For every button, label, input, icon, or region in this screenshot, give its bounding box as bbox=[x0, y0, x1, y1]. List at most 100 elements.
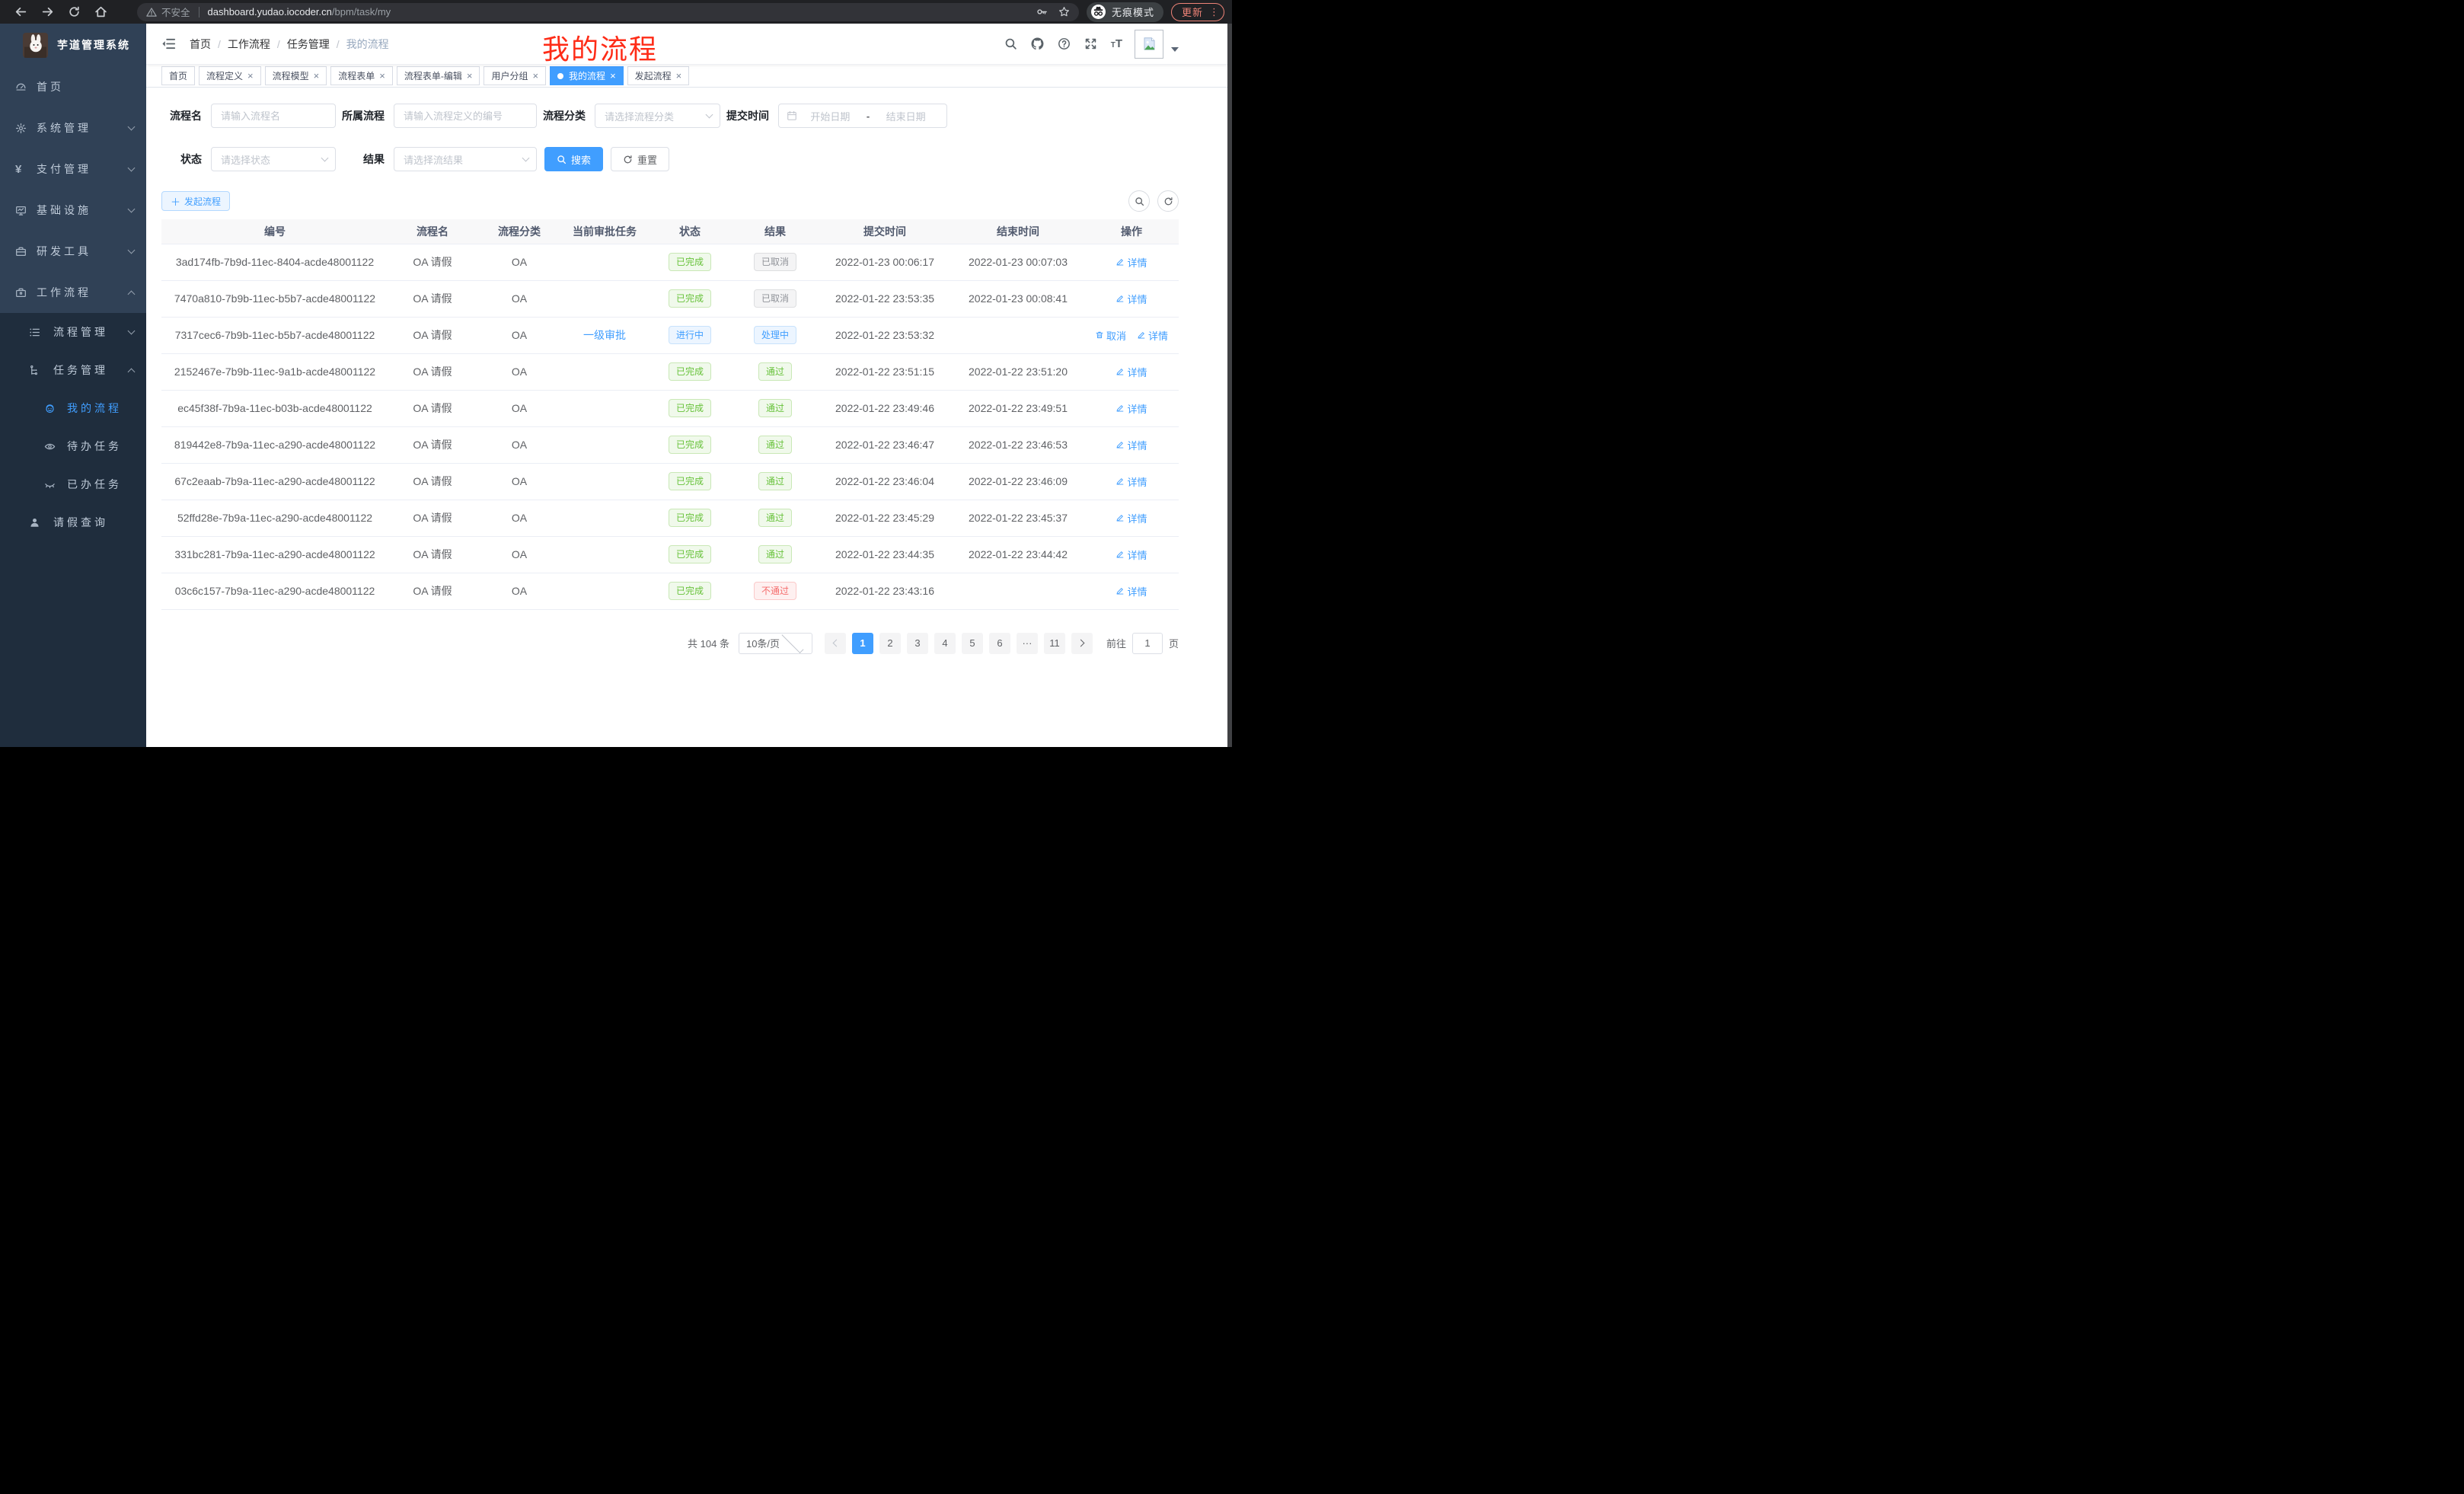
tab-item[interactable]: 流程定义× bbox=[199, 66, 261, 85]
plus-icon: ＋ bbox=[171, 194, 180, 209]
chrome-update-button[interactable]: 更新 ⋮ bbox=[1171, 3, 1224, 21]
refresh-button[interactable] bbox=[1157, 190, 1179, 212]
url-bar[interactable]: 不安全 dashboard.yudao.iocoder.cn/bpm/task/… bbox=[137, 3, 1079, 21]
sidebar-item-monitor[interactable]: 基础设施 bbox=[0, 190, 146, 231]
sidebar-item-yen[interactable]: ¥支付管理 bbox=[0, 148, 146, 190]
tab-item[interactable]: 用户分组× bbox=[484, 66, 546, 85]
close-icon[interactable]: × bbox=[467, 71, 473, 81]
actions-cell: 详情 bbox=[1084, 463, 1179, 500]
scrollbar[interactable] bbox=[1227, 24, 1232, 747]
breadcrumb-item[interactable]: 工作流程 bbox=[228, 37, 270, 52]
tab-item[interactable]: 首页 bbox=[161, 66, 195, 85]
table-cell: 2022-01-23 00:06:17 bbox=[818, 244, 952, 280]
sidebar-item-dashboard[interactable]: 首页 bbox=[0, 66, 146, 107]
close-icon[interactable]: × bbox=[247, 71, 254, 81]
table-cell: 已完成 bbox=[647, 463, 732, 500]
tab-active[interactable]: 我的流程× bbox=[550, 66, 624, 85]
next-page-button[interactable] bbox=[1071, 633, 1093, 654]
detail-link[interactable]: 详情 bbox=[1116, 292, 1147, 306]
cancel-link[interactable]: 取消 bbox=[1095, 328, 1126, 343]
sidebar-item-gear[interactable]: 系统管理 bbox=[0, 107, 146, 148]
font-size-icon[interactable]: TT bbox=[1111, 38, 1122, 49]
chevron-down-icon bbox=[128, 327, 136, 334]
tab-item[interactable]: 发起流程× bbox=[627, 66, 690, 85]
close-icon[interactable]: × bbox=[379, 71, 385, 81]
reset-button[interactable]: 重置 bbox=[611, 147, 669, 171]
eye-open-icon bbox=[44, 441, 56, 452]
table-cell: 不通过 bbox=[732, 573, 818, 609]
forward-icon[interactable] bbox=[41, 5, 54, 18]
process-name-input[interactable] bbox=[211, 104, 336, 128]
avatar[interactable] bbox=[1135, 30, 1163, 59]
chevron-down-icon bbox=[321, 155, 329, 162]
task-link[interactable]: 一级审批 bbox=[583, 329, 626, 341]
detail-link[interactable]: 详情 bbox=[1137, 328, 1168, 343]
detail-link[interactable]: 详情 bbox=[1116, 438, 1147, 452]
page-size-select[interactable]: 10条/页 bbox=[739, 633, 812, 654]
sidebar-item-eye-open[interactable]: 待办任务 bbox=[0, 427, 146, 465]
avatar-caret-icon[interactable] bbox=[1171, 47, 1179, 52]
action-label: 详情 bbox=[1148, 328, 1168, 343]
table-body: 3ad174fb-7b9d-11ec-8404-acde48001122OA 请… bbox=[161, 244, 1179, 609]
page-button[interactable]: 11 bbox=[1044, 633, 1065, 654]
page-button[interactable]: 4 bbox=[934, 633, 956, 654]
kebab-menu-icon[interactable]: ⋮ bbox=[1209, 6, 1219, 18]
detail-link[interactable]: 详情 bbox=[1116, 474, 1147, 489]
sidebar-item-briefcase[interactable]: 工作流程 bbox=[0, 272, 146, 313]
tab-item[interactable]: 流程模型× bbox=[265, 66, 327, 85]
sidebar-item-flow[interactable]: 任务管理 bbox=[0, 351, 146, 389]
breadcrumb-item[interactable]: 任务管理 bbox=[287, 37, 330, 52]
show-search-button[interactable] bbox=[1128, 190, 1150, 212]
breadcrumb-item[interactable]: 首页 bbox=[190, 37, 211, 52]
bookmark-star-icon[interactable] bbox=[1058, 6, 1070, 18]
sidebar-logo[interactable]: 芋道管理系统 bbox=[0, 24, 146, 66]
url-text[interactable]: dashboard.yudao.iocoder.cn/bpm/task/my bbox=[208, 6, 1026, 18]
sidebar-item-robot[interactable]: 我的流程 bbox=[0, 389, 146, 427]
close-icon[interactable]: × bbox=[610, 71, 616, 81]
submit-time-range-picker[interactable]: 开始日期 - 结束日期 bbox=[778, 104, 947, 128]
search-icon[interactable] bbox=[1004, 37, 1017, 50]
sidebar-item-user[interactable]: 请假查询 bbox=[0, 503, 146, 541]
tab-item[interactable]: 流程表单-编辑× bbox=[397, 66, 480, 85]
help-icon[interactable] bbox=[1058, 37, 1071, 50]
table-cell: 67c2eaab-7b9a-11ec-a290-acde48001122 bbox=[161, 463, 388, 500]
sidebar-item-label: 基础设施 bbox=[37, 203, 91, 218]
page-button[interactable]: 3 bbox=[907, 633, 928, 654]
security-badge[interactable]: 不安全 bbox=[161, 5, 190, 19]
action-label: 取消 bbox=[1106, 328, 1126, 343]
page-button[interactable]: 6 bbox=[989, 633, 1010, 654]
close-icon[interactable]: × bbox=[532, 71, 538, 81]
status-badge: 已完成 bbox=[669, 253, 711, 271]
sidebar-item-toolbox[interactable]: 研发工具 bbox=[0, 231, 146, 272]
page-button[interactable]: 5 bbox=[962, 633, 983, 654]
tab-item[interactable]: 流程表单× bbox=[330, 66, 393, 85]
sidebar-item-list[interactable]: 流程管理 bbox=[0, 313, 146, 351]
back-icon[interactable] bbox=[14, 5, 27, 18]
submit-time-label: 提交时间 bbox=[720, 108, 778, 123]
goto-page-input[interactable] bbox=[1132, 633, 1163, 654]
detail-link[interactable]: 详情 bbox=[1116, 511, 1147, 525]
detail-link[interactable]: 详情 bbox=[1116, 584, 1147, 599]
start-process-button[interactable]: ＋ 发起流程 bbox=[161, 191, 230, 211]
sidebar-item-eye-closed[interactable]: 已办任务 bbox=[0, 465, 146, 503]
status-select[interactable]: 请选择状态 bbox=[211, 147, 336, 171]
prev-page-button[interactable] bbox=[825, 633, 846, 654]
reload-icon[interactable] bbox=[68, 5, 81, 18]
detail-link[interactable]: 详情 bbox=[1116, 401, 1147, 416]
search-button[interactable]: 搜索 bbox=[544, 147, 603, 171]
github-icon[interactable] bbox=[1031, 37, 1044, 50]
result-select[interactable]: 请选择流结果 bbox=[394, 147, 537, 171]
fullscreen-icon[interactable] bbox=[1084, 37, 1097, 50]
detail-link[interactable]: 详情 bbox=[1116, 365, 1147, 379]
process-definition-input[interactable] bbox=[394, 104, 537, 128]
close-icon[interactable]: × bbox=[676, 71, 682, 81]
detail-link[interactable]: 详情 bbox=[1116, 547, 1147, 562]
process-category-select[interactable]: 请选择流程分类 bbox=[595, 104, 720, 128]
page-button[interactable]: 1 bbox=[852, 633, 873, 654]
close-icon[interactable]: × bbox=[314, 71, 320, 81]
sidebar-collapse-icon[interactable] bbox=[161, 37, 176, 51]
password-key-icon[interactable] bbox=[1036, 6, 1048, 18]
detail-link[interactable]: 详情 bbox=[1116, 255, 1147, 270]
home-icon[interactable] bbox=[94, 5, 107, 18]
page-button[interactable]: 2 bbox=[879, 633, 901, 654]
